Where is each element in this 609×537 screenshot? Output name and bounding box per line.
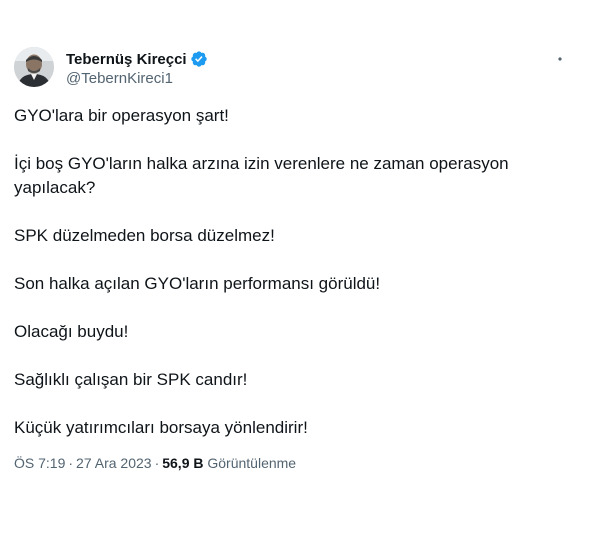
tweet-paragraph: Olacağı buydu! <box>14 322 129 341</box>
views-count[interactable]: 56,9 B <box>162 455 203 471</box>
tweet-paragraph: GYO'lara bir operasyon şart! <box>14 106 229 125</box>
tweet: Tebernüş Kireçci @TebernKireci1 GYO'lara… <box>14 44 580 472</box>
tweet-paragraph: Küçük yatırımcıları borsaya yönlendirir! <box>14 418 308 437</box>
display-name-row: Tebernüş Kireçci <box>66 49 208 69</box>
tweet-paragraph: İçi boş GYO'ların halka arzına izin vere… <box>14 154 509 197</box>
tweet-metadata: ÖS 7:19 · 27 Ara 2023 · 56,9 B Görüntülenme <box>14 454 580 472</box>
display-name[interactable]: Tebernüş Kireçci <box>66 51 187 68</box>
tweet-paragraph: Son halka açılan GYO'ların performansı g… <box>14 274 381 293</box>
author-names: Tebernüş Kireçci @TebernKireci1 <box>66 49 208 87</box>
avatar[interactable] <box>14 47 54 87</box>
views-label[interactable]: Görüntülenme <box>207 455 296 471</box>
tweet-text: GYO'lara bir operasyon şart! İçi boş GYO… <box>14 104 580 440</box>
tweet-paragraph: SPK düzelmeden borsa düzelmez! <box>14 226 275 245</box>
avatar-image <box>14 47 54 87</box>
meta-separator: · <box>68 455 74 471</box>
tweet-date[interactable]: 27 Ara 2023 <box>76 455 152 471</box>
verified-badge-icon[interactable] <box>190 50 208 68</box>
tweet-header: Tebernüş Kireçci @TebernKireci1 <box>14 44 580 92</box>
tweet-time[interactable]: ÖS 7:19 <box>14 455 65 471</box>
tweet-paragraph: Sağlıklı çalışan bir SPK candır! <box>14 370 248 389</box>
user-handle[interactable]: @TebernKireci1 <box>66 70 208 87</box>
more-options-icon[interactable] <box>550 52 570 66</box>
meta-separator: · <box>154 455 160 471</box>
